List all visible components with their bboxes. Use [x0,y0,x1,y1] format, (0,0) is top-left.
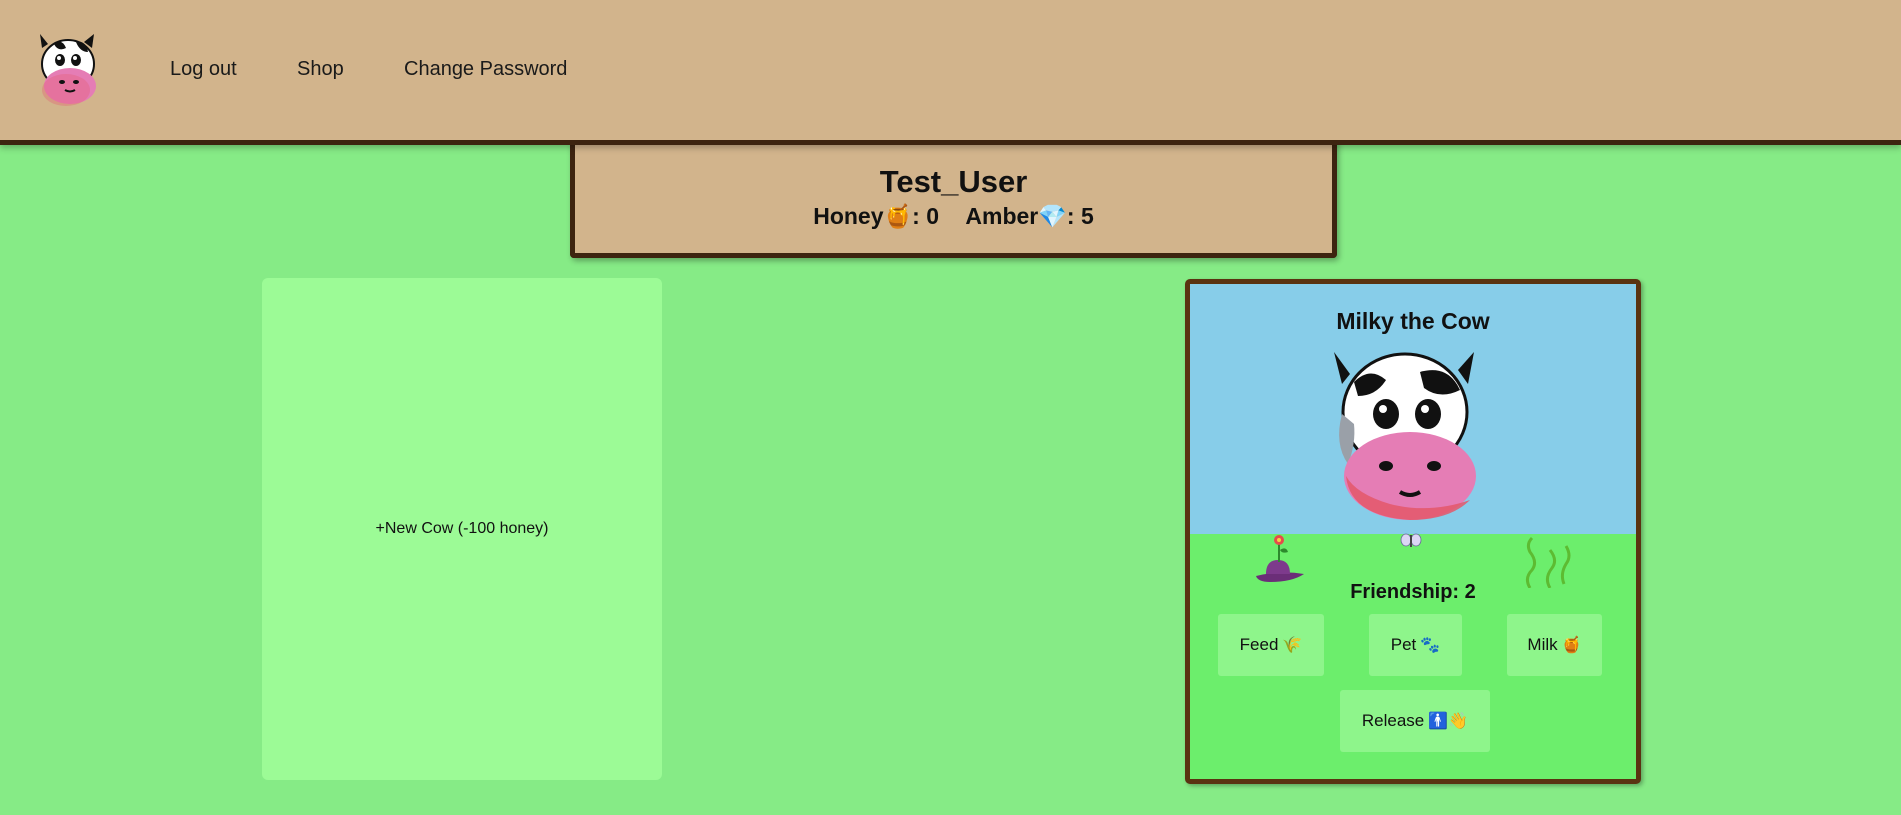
amber-balance: Amber💎: 5 [965,203,1094,230]
pet-label: Pet [1390,635,1417,654]
cow-face-icon[interactable] [1320,344,1490,524]
milk-label: Milk [1527,635,1558,654]
friendship-level: Friendship: 2 [1350,581,1476,603]
user-info-panel: Test_User Honey🍯: 0 Amber💎: 5 [570,140,1337,258]
waving-hand-icon: 🚹👋 [1428,713,1469,730]
change-password-link[interactable]: Change Password [404,58,567,81]
top-nav-bar: Log out Shop Change Password [0,0,1901,145]
cow-logo-icon[interactable] [32,30,104,110]
honey-pot-icon: 🍯 [883,203,913,230]
gem-icon: 💎 [1038,203,1067,230]
shop-link[interactable]: Shop [297,58,344,81]
butterfly-icon [1400,533,1422,547]
feed-button[interactable]: Feed 🌾 [1218,614,1324,676]
weeds-icon [1525,536,1571,588]
paw-icon: 🐾 [1420,637,1441,654]
feed-label: Feed [1239,635,1279,654]
honey-value: 0 [926,203,940,230]
cow-name: Milky the Cow [1336,308,1490,334]
release-label: Release [1361,711,1425,730]
logout-link[interactable]: Log out [170,58,237,81]
release-button[interactable]: Release 🚹👋 [1340,690,1490,752]
amber-value: 5 [1080,203,1094,230]
flower-hat-icon [1256,535,1304,582]
honey-balance: Honey🍯: 0 [813,203,940,230]
milk-button[interactable]: Milk 🍯 [1507,614,1602,676]
username: Test_User [879,164,1028,199]
pet-button[interactable]: Pet 🐾 [1369,614,1462,676]
new-cow-button[interactable]: +New Cow (-100 honey) [262,278,662,780]
honey-pot-icon: 🍯 [1561,637,1582,654]
cow-card: Milky the Cow Friendship: 2 Feed 🌾 Pet 🐾… [1185,279,1641,784]
honey-label: Honey [813,203,884,230]
amber-label: Amber [965,203,1039,230]
currency-row: Honey🍯: 0 Amber💎: 5 [575,203,1332,230]
wheat-icon: 🌾 [1282,637,1303,654]
